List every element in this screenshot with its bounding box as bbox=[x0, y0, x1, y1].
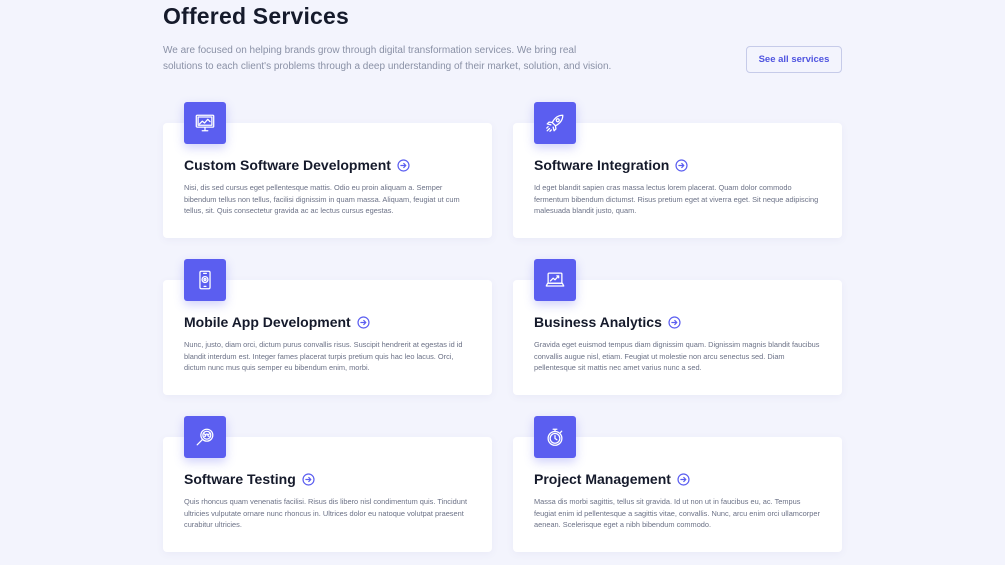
arrow-right-circle-icon[interactable] bbox=[675, 158, 688, 172]
service-title: Software Integration bbox=[534, 157, 670, 173]
service-title-row[interactable]: Mobile App Development bbox=[184, 314, 370, 330]
service-description: Quis rhoncus quam venenatis facilisi. Ri… bbox=[184, 497, 468, 530]
arrow-right-circle-icon[interactable] bbox=[357, 315, 370, 329]
service-title-row[interactable]: Software Testing bbox=[184, 471, 315, 487]
service-title: Mobile App Development bbox=[184, 314, 351, 330]
monitor-chart-icon bbox=[184, 102, 226, 144]
service-title: Project Management bbox=[534, 471, 671, 487]
arrow-right-circle-icon[interactable] bbox=[677, 472, 690, 486]
arrow-right-circle-icon[interactable] bbox=[668, 315, 681, 329]
stopwatch-icon bbox=[534, 416, 576, 458]
service-title-row[interactable]: Business Analytics bbox=[534, 314, 681, 330]
service-title: Business Analytics bbox=[534, 314, 662, 330]
service-title: Software Testing bbox=[184, 471, 296, 487]
service-title: Custom Software Development bbox=[184, 157, 391, 173]
intro-text: We are focused on helping brands grow th… bbox=[163, 45, 612, 72]
page-title: Offered Services bbox=[163, 3, 350, 29]
service-title-row[interactable]: Custom Software Development bbox=[184, 157, 410, 173]
service-description: Gravida eget euismod tempus diam digniss… bbox=[534, 340, 820, 373]
mobile-phone-icon bbox=[184, 259, 226, 301]
service-title-row[interactable]: Project Management bbox=[534, 471, 690, 487]
service-description: Id eget blandit sapien cras massa lectus… bbox=[534, 183, 819, 216]
service-title-row[interactable]: Software Integration bbox=[534, 157, 688, 173]
arrow-right-circle-icon[interactable] bbox=[302, 472, 315, 486]
rocket-icon bbox=[534, 102, 576, 144]
service-description: Nisi, dis sed cursus eget pellentesque m… bbox=[184, 183, 460, 216]
magnifier-bug-icon bbox=[184, 416, 226, 458]
arrow-right-circle-icon[interactable] bbox=[397, 158, 410, 172]
service-description: Massa dis morbi sagittis, tellus sit gra… bbox=[534, 497, 820, 530]
see-all-services-button[interactable]: See all services bbox=[746, 46, 842, 73]
laptop-analytics-icon bbox=[534, 259, 576, 301]
service-description: Nunc, justo, diam orci, dictum purus con… bbox=[184, 340, 463, 373]
